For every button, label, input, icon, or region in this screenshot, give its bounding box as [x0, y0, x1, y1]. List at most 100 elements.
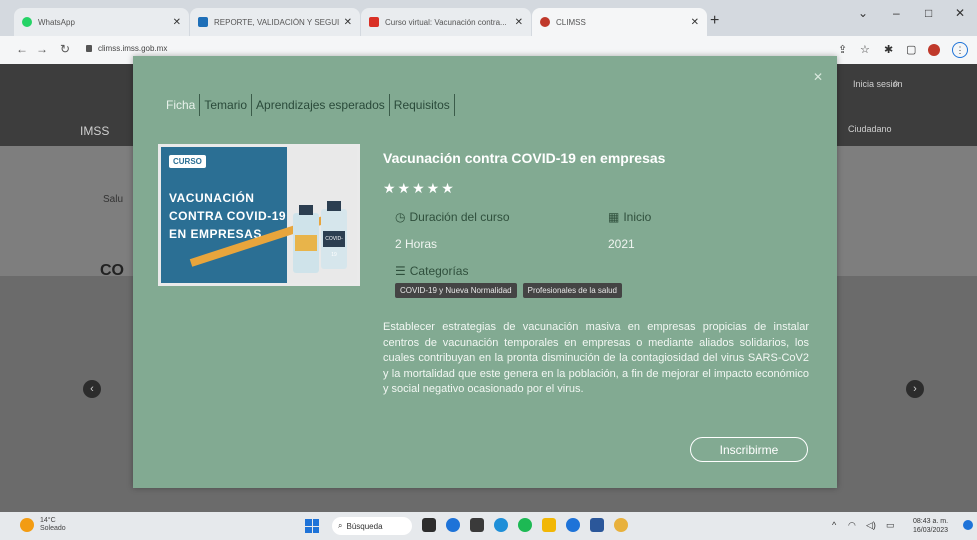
time-text: 08:43 a. m. [913, 518, 949, 525]
site-side-text: Salu [103, 194, 124, 205]
tab-requisitos[interactable]: Requisitos [390, 94, 455, 116]
start-value: 2021 [608, 237, 635, 251]
vial-label: COVID-19 [323, 231, 345, 258]
tab-label: CLIMSS [556, 17, 586, 27]
menu-kebab-icon[interactable]: ⋮ [952, 42, 968, 58]
categories-label: Categorías [409, 264, 469, 278]
lock-icon[interactable] [86, 45, 92, 52]
close-modal-icon[interactable]: ✕ [813, 70, 823, 84]
calendar-icon: ▦ [608, 210, 620, 224]
doc-icon [198, 17, 208, 27]
sun-icon [20, 518, 34, 532]
spotify-icon[interactable] [518, 518, 532, 532]
search-icon: ⌕ [338, 521, 343, 530]
vial-icon: COVID-19 [321, 201, 347, 269]
notification-icon[interactable] [963, 520, 973, 530]
duration-label-row: ◷ Duración del curso [395, 210, 510, 224]
clock[interactable]: 08:43 a. m. 16/03/2023 [913, 517, 948, 535]
tab-whatsapp[interactable]: WhatsApp ✕ [14, 8, 189, 36]
thumbnail-line-2: CONTRA COVID-19 [169, 209, 287, 223]
tray-chevron-icon[interactable]: ^ [832, 520, 836, 530]
category-badge[interactable]: Profesionales de la salud [522, 283, 622, 298]
weather-widget[interactable]: 14°C Soleado [20, 517, 66, 533]
share-icon[interactable]: ⇪ [838, 43, 847, 56]
profile-avatar[interactable] [928, 44, 940, 56]
url-field[interactable]: climss.imss.gob.mx [98, 44, 167, 53]
sidepanel-icon[interactable]: ▢ [906, 43, 916, 56]
mail-icon[interactable] [566, 518, 580, 532]
vial-icon [293, 205, 319, 273]
course-thumbnail: CURSO VACUNACIÓN CONTRA COVID-19 EN EMPR… [158, 144, 360, 286]
close-window-button[interactable]: ✕ [955, 6, 965, 20]
forward-icon[interactable]: → [36, 42, 48, 56]
volume-icon[interactable]: ◁) [866, 520, 876, 531]
site-header-right[interactable]: Ciudadano [848, 124, 892, 134]
store-icon[interactable] [470, 518, 484, 532]
whatsapp-icon [22, 17, 32, 27]
course-title: Vacunación contra COVID-19 en empresas [383, 150, 666, 166]
tab-climss[interactable]: CLIMSS ✕ [532, 8, 707, 36]
site-header-text[interactable]: IMSS [80, 124, 109, 138]
tab-temario[interactable]: Temario [200, 94, 253, 116]
word-icon[interactable] [590, 518, 604, 532]
category-badges: COVID-19 y Nueva Normalidad Profesionale… [395, 283, 622, 298]
edge-icon[interactable] [494, 518, 508, 532]
tab-strip: WhatsApp ✕ REPORTE, VALIDACIÓN Y SEGUI..… [0, 0, 977, 36]
duration-value: 2 Horas [395, 237, 438, 251]
tab-reporte[interactable]: REPORTE, VALIDACIÓN Y SEGUI... ✕ [190, 8, 360, 36]
browser-chrome: WhatsApp ✕ REPORTE, VALIDACIÓN Y SEGUI..… [0, 0, 977, 64]
extensions-icon[interactable]: ✱ [884, 43, 893, 56]
start-label-row: ▦ Inicio [608, 210, 651, 224]
taskbar-search[interactable]: ⌕ Búsqueda [332, 517, 412, 535]
minimize-button[interactable]: – [893, 6, 900, 20]
reload-icon[interactable]: ↻ [60, 42, 70, 56]
folder-icon[interactable] [542, 518, 556, 532]
close-tab-icon[interactable]: ✕ [691, 17, 699, 28]
thumbnail-line-1: VACUNACIÓN [169, 191, 255, 205]
chat-icon[interactable] [446, 518, 460, 532]
back-icon[interactable]: ← [16, 42, 28, 56]
tab-curso[interactable]: Curso virtual: Vacunación contra... ✕ [361, 8, 531, 36]
start-label: Inicio [623, 210, 652, 224]
date-text: 16/03/2023 [913, 527, 949, 534]
tab-aprendizajes[interactable]: Aprendizajes esperados [252, 94, 390, 116]
chrome-icon[interactable] [614, 518, 628, 532]
thumbnail-background: CURSO VACUNACIÓN CONTRA COVID-19 EN EMPR… [161, 147, 357, 283]
gmail-icon [369, 17, 379, 27]
weather-text: 14°C Soleado [40, 517, 66, 533]
close-tab-icon[interactable]: ✕ [515, 17, 523, 28]
climss-icon [540, 17, 550, 27]
rating-stars: ★★★★★ [383, 180, 456, 196]
windows-taskbar: 14°C Soleado ⌕ Búsqueda ^ ◠ ◁) ▭ 08:43 a… [0, 512, 977, 540]
search-label: Búsqueda [346, 521, 383, 531]
new-tab-button[interactable]: + [710, 12, 719, 30]
enroll-button[interactable]: Inscribirme [690, 437, 808, 462]
weather-desc: Soleado [40, 525, 66, 532]
categories-label-row: ☰ Categorías [395, 264, 468, 278]
list-icon: ☰ [395, 264, 406, 278]
carousel-prev-button[interactable]: ‹ [83, 380, 101, 398]
carousel-next-button[interactable]: › [906, 380, 924, 398]
category-badge[interactable]: COVID-19 y Nueva Normalidad [395, 283, 517, 298]
tab-label: Curso virtual: Vacunación contra... [385, 17, 507, 27]
wifi-icon[interactable]: ◠ [848, 520, 856, 531]
tab-ficha[interactable]: Ficha [162, 94, 201, 116]
site-section-title: CO [100, 262, 124, 279]
battery-icon[interactable]: ▭ [886, 520, 895, 531]
weather-temp: 14°C [40, 517, 56, 524]
close-tab-icon[interactable]: ✕ [344, 17, 352, 28]
thumbnail-line-3: EN EMPRESAS [169, 227, 262, 241]
clock-icon: ◷ [395, 210, 406, 224]
duration-label: Duración del curso [409, 210, 510, 224]
modal-tabs: Ficha Temario Aprendizajes esperados Req… [162, 94, 455, 116]
tab-search-icon[interactable]: ⌄ [858, 6, 868, 20]
course-description: Establecer estrategias de vacunación mas… [383, 321, 809, 395]
tab-label: WhatsApp [38, 17, 75, 27]
course-tag: CURSO [169, 155, 206, 168]
start-button[interactable] [305, 519, 319, 533]
close-tab-icon[interactable]: ✕ [173, 17, 181, 28]
site-search-icon[interactable]: ⌕ [893, 76, 900, 91]
task-view-icon[interactable] [422, 518, 436, 532]
maximize-button[interactable]: □ [925, 6, 932, 20]
bookmark-star-icon[interactable]: ☆ [860, 43, 870, 56]
